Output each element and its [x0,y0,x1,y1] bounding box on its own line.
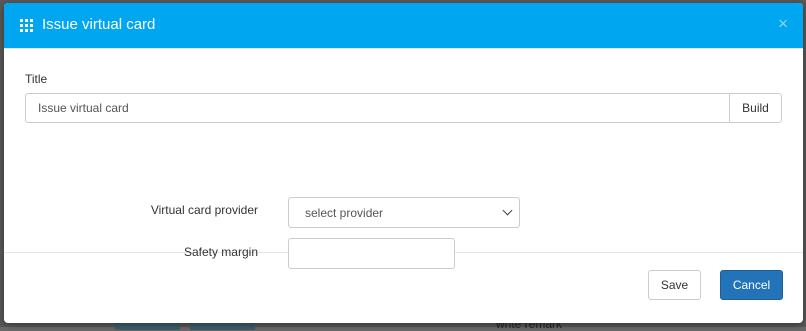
provider-select[interactable]: select provider [288,197,520,228]
provider-label: Virtual card provider [150,203,258,217]
grid-icon [20,19,33,32]
cancel-button[interactable]: Cancel [720,270,783,300]
title-input[interactable] [25,93,729,123]
modal-footer: Save Cancel [4,253,803,323]
issue-virtual-card-dialog: Issue virtual card × Title Build Virtual… [4,3,803,323]
provider-select-value: select provider [305,205,384,220]
save-button[interactable]: Save [648,270,701,300]
close-icon[interactable]: × [778,15,788,33]
chevron-down-icon [502,205,513,216]
title-label: Title [25,72,48,86]
modal-title: Issue virtual card [42,16,156,33]
title-input-group: Build [25,93,782,123]
build-button[interactable]: Build [729,93,782,123]
modal-body: Title Build Virtual card provider select… [4,49,803,269]
modal-header: Issue virtual card × [4,3,803,49]
